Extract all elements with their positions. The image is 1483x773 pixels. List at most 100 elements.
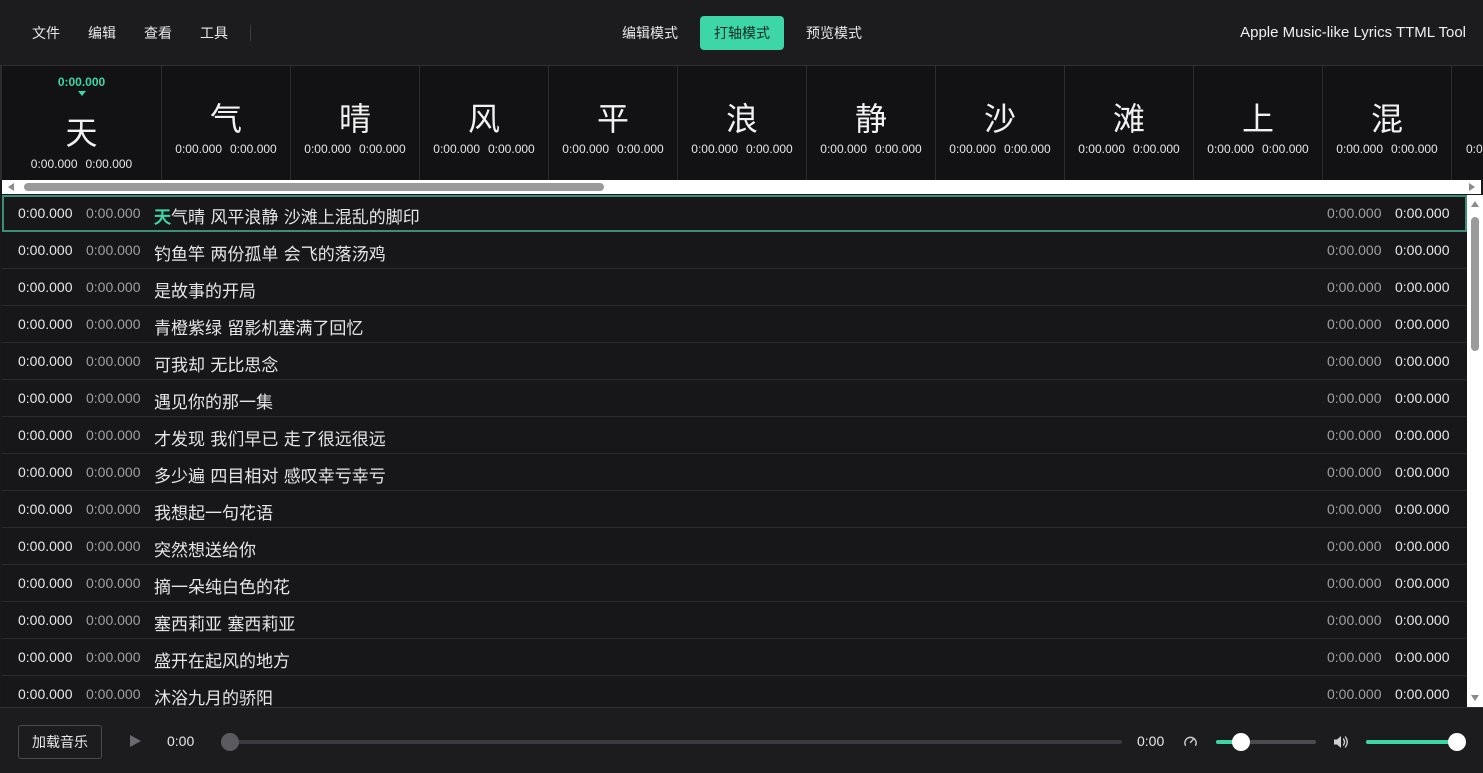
word-end-time[interactable]: 0:00.000 [1395, 501, 1450, 517]
line-end-time[interactable]: 0:00.000 [86, 612, 141, 628]
word-cell-partial[interactable]: 0:0 [1452, 66, 1483, 180]
word-start-time[interactable]: 0:00.000 [1327, 612, 1382, 628]
word-end-time[interactable]: 0:00.000 [1395, 464, 1450, 480]
word-start-time[interactable]: 0:00.000 [1327, 279, 1382, 295]
word-end-time[interactable]: 0:00.000 [1395, 353, 1450, 369]
lyric-row[interactable]: 0:00.000 0:00.000 钓鱼竿 两份孤单 会飞的落汤鸡 0:00.0… [2, 232, 1467, 269]
line-start-time[interactable]: 0:00.000 [18, 575, 73, 591]
word-end-time[interactable]: 0:00.000 [1395, 205, 1450, 221]
word-start-time[interactable]: 0:00.000 [1327, 316, 1382, 332]
lyric-row[interactable]: 0:00.000 0:00.000 摘一朵纯白色的花 0:00.000 0:00… [2, 565, 1467, 602]
word-start-time[interactable]: 0:00.000 [1327, 575, 1382, 591]
line-end-time[interactable]: 0:00.000 [86, 316, 141, 332]
line-start-time[interactable]: 0:00.000 [18, 612, 73, 628]
word-end-time[interactable]: 0:00.000 [1395, 538, 1450, 554]
word-start-time[interactable]: 0:00.000 [1327, 501, 1382, 517]
menu-tools[interactable]: 工具 [186, 17, 242, 49]
line-end-time[interactable]: 0:00.000 [86, 390, 141, 406]
lyric-row[interactable]: 0:00.000 0:00.000 我想起一句花语 0:00.000 0:00.… [2, 491, 1467, 528]
edit-mode-button[interactable]: 编辑模式 [608, 16, 692, 50]
word-start-time[interactable]: 0:00.000 [1327, 242, 1382, 258]
word-start-time[interactable]: 0:00.000 [1327, 538, 1382, 554]
volume-slider[interactable] [1366, 733, 1466, 751]
menu-edit[interactable]: 编辑 [74, 17, 130, 49]
lyric-row[interactable]: 0:00.000 0:00.000 遇见你的那一集 0:00.000 0:00.… [2, 380, 1467, 417]
word-start-time[interactable]: 0:00.000 [1327, 464, 1382, 480]
timing-mode-button[interactable]: 打轴模式 [700, 16, 784, 50]
line-end-time[interactable]: 0:00.000 [86, 279, 141, 295]
scroll-right-icon[interactable] [1469, 183, 1475, 191]
line-end-time[interactable]: 0:00.000 [86, 501, 141, 517]
scroll-left-icon[interactable] [8, 183, 14, 191]
word-cell[interactable]: 平 0:00.000 0:00.000 [549, 66, 678, 180]
volume-knob[interactable] [1448, 733, 1466, 751]
line-end-time[interactable]: 0:00.000 [86, 464, 141, 480]
line-end-time[interactable]: 0:00.000 [86, 686, 141, 702]
playback-speed-slider[interactable] [1216, 733, 1316, 751]
lyric-row[interactable]: 0:00.000 0:00.000 盛开在起风的地方 0:00.000 0:00… [2, 639, 1467, 676]
vertical-scrollbar[interactable] [1467, 195, 1483, 707]
lyric-row[interactable]: 0:00.000 0:00.000 沐浴九月的骄阳 0:00.000 0:00.… [2, 676, 1467, 707]
line-start-time[interactable]: 0:00.000 [18, 501, 73, 517]
word-start-time[interactable]: 0:00.000 [1327, 353, 1382, 369]
word-start-time[interactable]: 0:00.000 [1327, 649, 1382, 665]
line-start-time[interactable]: 0:00.000 [18, 686, 73, 702]
line-start-time[interactable]: 0:00.000 [18, 316, 73, 332]
word-end-time[interactable]: 0:00.000 [1395, 612, 1450, 628]
word-cell[interactable]: 滩 0:00.000 0:00.000 [1065, 66, 1194, 180]
load-music-button[interactable]: 加载音乐 [18, 725, 102, 759]
word-cell[interactable]: 静 0:00.000 0:00.000 [807, 66, 936, 180]
lyric-row[interactable]: 0:00.000 0:00.000 才发现 我们早已 走了很远很远 0:00.0… [2, 417, 1467, 454]
line-start-time[interactable]: 0:00.000 [18, 242, 73, 258]
word-end-time[interactable]: 0:00.000 [1395, 242, 1450, 258]
word-cell-current[interactable]: 0:00.000 天 0:00.000 0:00.000 [2, 66, 162, 180]
word-end-time[interactable]: 0:00.000 [1395, 316, 1450, 332]
word-cell[interactable]: 气 0:00.000 0:00.000 [162, 66, 291, 180]
lyric-row[interactable]: 0:00.000 0:00.000 突然想送给你 0:00.000 0:00.0… [2, 528, 1467, 565]
word-end-time[interactable]: 0:00.000 [1395, 279, 1450, 295]
speed-knob[interactable] [1232, 733, 1250, 751]
lyric-row[interactable]: 0:00.000 0:00.000 青橙紫绿 留影机塞满了回忆 0:00.000… [2, 306, 1467, 343]
line-start-time[interactable]: 0:00.000 [18, 649, 73, 665]
word-end-time[interactable]: 0:00.000 [1395, 427, 1450, 443]
line-end-time[interactable]: 0:00.000 [86, 427, 141, 443]
line-end-time[interactable]: 0:00.000 [86, 538, 141, 554]
line-start-time[interactable]: 0:00.000 [18, 390, 73, 406]
speaker-icon[interactable] [1332, 734, 1350, 750]
line-end-time[interactable]: 0:00.000 [86, 575, 141, 591]
word-start-time[interactable]: 0:00.000 [1327, 390, 1382, 406]
word-end-time[interactable]: 0:00.000 [1395, 649, 1450, 665]
word-cell[interactable]: 浪 0:00.000 0:00.000 [678, 66, 807, 180]
preview-mode-button[interactable]: 预览模式 [792, 16, 876, 50]
word-cell[interactable]: 混 0:00.000 0:00.000 [1323, 66, 1452, 180]
lyric-row[interactable]: 0:00.000 0:00.000 多少遍 四目相对 感叹幸亏幸亏 0:00.0… [2, 454, 1467, 491]
menu-file[interactable]: 文件 [18, 17, 74, 49]
horizontal-scroll-thumb[interactable] [24, 183, 604, 191]
word-cell[interactable]: 晴 0:00.000 0:00.000 [291, 66, 420, 180]
word-end-time[interactable]: 0:00.000 [1395, 575, 1450, 591]
word-cell[interactable]: 沙 0:00.000 0:00.000 [936, 66, 1065, 180]
word-start-time[interactable]: 0:00.000 [1327, 205, 1382, 221]
scroll-up-icon[interactable] [1471, 201, 1479, 207]
line-start-time[interactable]: 0:00.000 [18, 538, 73, 554]
word-cell[interactable]: 上 0:00.000 0:00.000 [1194, 66, 1323, 180]
horizontal-scrollbar[interactable] [2, 180, 1481, 194]
word-cell[interactable]: 风 0:00.000 0:00.000 [420, 66, 549, 180]
word-end-time[interactable]: 0:00.000 [1395, 390, 1450, 406]
vertical-scroll-thumb[interactable] [1471, 217, 1479, 351]
word-start-time[interactable]: 0:00.000 [1327, 427, 1382, 443]
lyric-row[interactable]: 0:00.000 0:00.000 是故事的开局 0:00.000 0:00.0… [2, 269, 1467, 306]
lyric-row[interactable]: 0:00.000 0:00.000 塞西莉亚 塞西莉亚 0:00.000 0:0… [2, 602, 1467, 639]
line-start-time[interactable]: 0:00.000 [18, 205, 73, 221]
line-start-time[interactable]: 0:00.000 [18, 353, 73, 369]
scroll-down-icon[interactable] [1471, 695, 1479, 701]
word-end-time[interactable]: 0:00.000 [1395, 686, 1450, 702]
menu-view[interactable]: 查看 [130, 17, 186, 49]
line-end-time[interactable]: 0:00.000 [86, 649, 141, 665]
lyric-row-active[interactable]: 0:00.000 0:00.000 天气晴 风平浪静 沙滩上混乱的脚印 0:00… [2, 195, 1467, 232]
line-start-time[interactable]: 0:00.000 [18, 279, 73, 295]
lyric-row[interactable]: 0:00.000 0:00.000 可我却 无比思念 0:00.000 0:00… [2, 343, 1467, 380]
line-start-time[interactable]: 0:00.000 [18, 427, 73, 443]
word-start-time[interactable]: 0:00.000 [1327, 686, 1382, 702]
line-start-time[interactable]: 0:00.000 [18, 464, 73, 480]
